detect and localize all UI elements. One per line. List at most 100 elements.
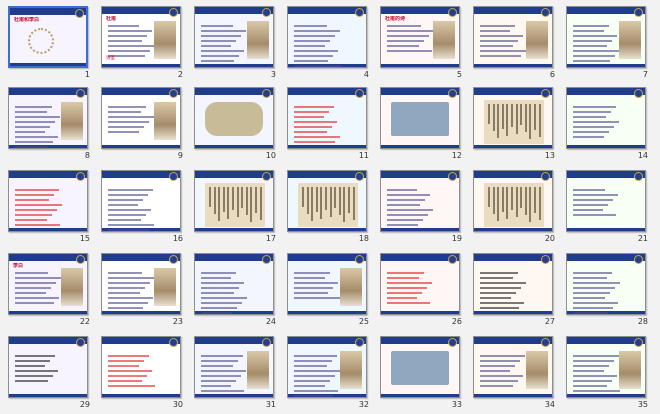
slide-thumbnail-34[interactable]: 34 [469, 333, 561, 413]
slide-preview[interactable] [101, 253, 181, 315]
slide-thumbnail-17[interactable]: 17 [190, 167, 282, 247]
emblem-icon [262, 8, 271, 17]
slide-thumbnail-2[interactable]: 杜甫 诗圣 2 [97, 3, 189, 83]
slide-thumbnail-33[interactable]: 33 [376, 333, 468, 413]
slide-preview[interactable] [194, 253, 274, 315]
slide-footer-band [474, 145, 552, 148]
emblem-icon [355, 172, 364, 181]
slide-preview[interactable] [101, 336, 181, 398]
slide-thumbnail-3[interactable]: 3 [190, 3, 282, 83]
slide-preview[interactable] [473, 336, 553, 398]
slide-thumbnail-27[interactable]: 27 [469, 250, 561, 330]
slide-footer-band [474, 228, 552, 231]
text-lines [573, 25, 620, 65]
slide-preview[interactable] [380, 170, 460, 232]
emblem-icon [634, 338, 643, 347]
slide-preview[interactable] [473, 6, 553, 68]
slide-preview[interactable] [194, 336, 274, 398]
slide-thumbnail-1[interactable]: 杜甫和李白 1 [4, 3, 96, 83]
emblem-icon [169, 255, 178, 264]
slide-thumbnail-24[interactable]: 24 [190, 250, 282, 330]
slide-preview[interactable] [566, 6, 646, 68]
slide-thumbnail-31[interactable]: 31 [190, 333, 282, 413]
slide-preview[interactable] [380, 336, 460, 398]
slide-preview[interactable] [8, 170, 88, 232]
slide-footer-band [9, 311, 87, 314]
emblem-icon [169, 172, 178, 181]
slide-thumbnail-20[interactable]: 20 [469, 167, 561, 247]
slide-thumbnail-4[interactable]: 4 [283, 3, 375, 83]
slide-thumbnail-21[interactable]: 21 [562, 167, 654, 247]
slide-number: 7 [642, 70, 648, 79]
slide-thumbnail-9[interactable]: 9 [97, 84, 189, 164]
slide-footer-band [567, 228, 645, 231]
slide-preview[interactable] [473, 87, 553, 149]
slide-thumbnail-25[interactable]: 25 [283, 250, 375, 330]
illustration-image [340, 268, 362, 306]
slide-thumbnail-16[interactable]: 16 [97, 167, 189, 247]
text-lines [480, 25, 526, 60]
slide-thumbnail-11[interactable]: 11 [283, 84, 375, 164]
slide-preview[interactable] [566, 336, 646, 398]
slide-preview[interactable] [8, 336, 88, 398]
slide-preview[interactable] [287, 336, 367, 398]
slide-thumbnail-5[interactable]: 杜甫的诗 5 [376, 3, 468, 83]
slide-preview[interactable] [566, 170, 646, 232]
slide-thumbnail-32[interactable]: 32 [283, 333, 375, 413]
slide-preview[interactable] [101, 87, 181, 149]
illustration-image [526, 351, 548, 389]
slide-number: 13 [544, 151, 555, 160]
slide-preview[interactable] [380, 253, 460, 315]
emblem-icon [634, 8, 643, 17]
slide-preview[interactable] [194, 6, 274, 68]
slide-thumbnail-18[interactable]: 18 [283, 167, 375, 247]
slide-preview[interactable] [287, 253, 367, 315]
slide-preview[interactable]: 杜甫的诗 [380, 6, 460, 68]
slide-number: 10 [265, 151, 276, 160]
slide-preview[interactable] [287, 170, 367, 232]
text-lines [294, 106, 340, 146]
slide-preview[interactable] [380, 87, 460, 149]
slide-preview[interactable]: 李白 [8, 253, 88, 315]
slide-thumbnail-8[interactable]: 8 [4, 84, 96, 164]
slide-preview[interactable] [287, 6, 367, 68]
slide-thumbnail-13[interactable]: 13 [469, 84, 561, 164]
slide-number: 15 [79, 234, 90, 243]
slide-number: 19 [451, 234, 462, 243]
text-lines [15, 272, 61, 307]
slide-number: 3 [270, 70, 276, 79]
slide-footer-band [474, 64, 552, 67]
slide-thumbnail-29[interactable]: 29 [4, 333, 96, 413]
slide-thumbnail-19[interactable]: 19 [376, 167, 468, 247]
text-lines [387, 189, 433, 229]
emblem-icon [448, 172, 457, 181]
slide-preview[interactable] [566, 87, 646, 149]
slide-thumbnail-14[interactable]: 14 [562, 84, 654, 164]
slide-preview[interactable] [566, 253, 646, 315]
slide-number: 27 [544, 317, 555, 326]
slide-number: 35 [637, 400, 648, 409]
slide-thumbnail-7[interactable]: 7 [562, 3, 654, 83]
slide-thumbnail-15[interactable]: 15 [4, 167, 96, 247]
slide-preview[interactable]: 杜甫和李白 [8, 6, 88, 68]
slide-thumbnail-23[interactable]: 23 [97, 250, 189, 330]
slide-thumbnail-6[interactable]: 6 [469, 3, 561, 83]
slide-thumbnail-28[interactable]: 28 [562, 250, 654, 330]
slide-preview[interactable] [194, 87, 274, 149]
slide-thumbnail-10[interactable]: 10 [190, 84, 282, 164]
slide-thumbnail-35[interactable]: 35 [562, 333, 654, 413]
slide-preview[interactable] [287, 87, 367, 149]
slide-thumbnail-22[interactable]: 李白 22 [4, 250, 96, 330]
slide-preview[interactable] [473, 253, 553, 315]
slide-number: 4 [363, 70, 369, 79]
slide-thumbnail-12[interactable]: 12 [376, 84, 468, 164]
slide-preview[interactable] [8, 87, 88, 149]
slide-thumbnail-26[interactable]: 26 [376, 250, 468, 330]
slide-thumbnail-30[interactable]: 30 [97, 333, 189, 413]
slide-preview[interactable]: 杜甫 诗圣 [101, 6, 181, 68]
slide-preview[interactable] [101, 170, 181, 232]
slide-preview[interactable] [194, 170, 274, 232]
slide-number: 20 [544, 234, 555, 243]
slide-preview[interactable] [473, 170, 553, 232]
slide-number: 18 [358, 234, 369, 243]
